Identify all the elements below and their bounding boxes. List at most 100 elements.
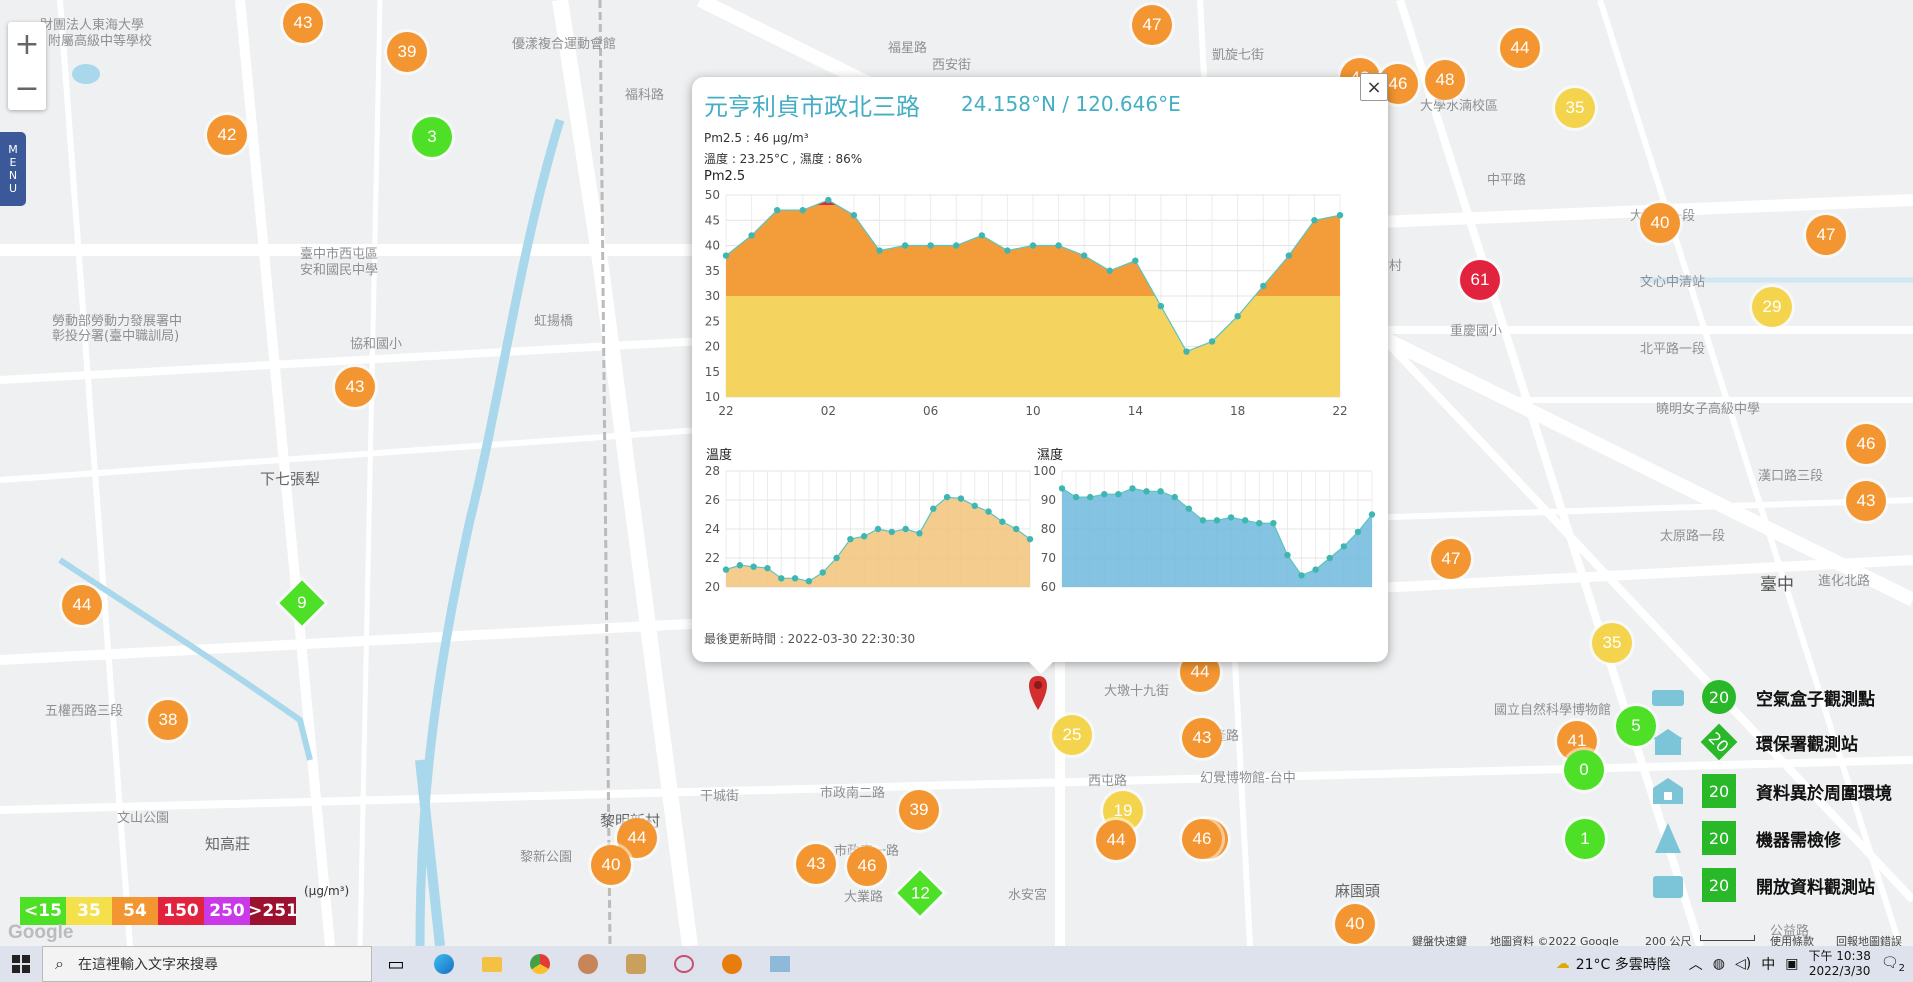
pm25-scale-legend: <15 35 54 150 250 >251 xyxy=(20,897,298,925)
close-popup-button[interactable]: × xyxy=(1360,73,1388,101)
sensor-marker[interactable]: 44 xyxy=(62,585,102,625)
task-view-icon[interactable]: ▭ xyxy=(372,946,420,982)
menu-button[interactable]: MENU xyxy=(0,132,26,206)
station-type-label: 開放資料觀測站 xyxy=(1756,877,1875,898)
sensor-marker-value: 44 xyxy=(1106,830,1126,849)
notification-icon[interactable]: 🗨2 xyxy=(1881,955,1905,974)
sensor-marker-value: 0 xyxy=(1579,760,1589,779)
x-tick-label: 22 xyxy=(1332,404,1347,418)
sensor-marker-value: 47 xyxy=(1441,549,1461,568)
app-icon-1[interactable] xyxy=(564,946,612,982)
sensor-marker-value: 46 xyxy=(1388,74,1408,93)
data-point xyxy=(833,554,840,562)
sensor-marker[interactable]: 43 xyxy=(283,3,323,43)
windows-start-button[interactable] xyxy=(0,946,42,982)
sensor-marker[interactable]: 35 xyxy=(1592,623,1632,663)
network-icon[interactable]: ◍ xyxy=(1713,956,1725,972)
sensor-marker-value: 40 xyxy=(601,855,621,874)
station-type-label: 機器需檢修 xyxy=(1756,830,1841,851)
map-place-label: 麻園頭 xyxy=(1335,882,1381,900)
legend-unit: (μg/m³) xyxy=(304,884,350,898)
sensor-marker[interactable]: 25 xyxy=(1052,715,1092,755)
data-point xyxy=(722,566,730,573)
map-place-label: 中平路 xyxy=(1487,173,1527,188)
station-type-legend-row: 20 資料異於周圍環境 xyxy=(1650,774,1892,808)
zoom-control: + − xyxy=(8,22,46,110)
app-icon-2[interactable] xyxy=(612,946,660,982)
sensor-marker[interactable]: 1 xyxy=(1565,819,1605,859)
data-point xyxy=(748,232,755,239)
data-point xyxy=(1227,514,1235,521)
data-point xyxy=(1106,267,1113,274)
data-point xyxy=(978,232,986,239)
y-tick-label: 20 xyxy=(705,580,720,591)
sensor-marker[interactable]: 40 xyxy=(1640,203,1680,243)
station-title: 元亨利貞市政北三路 xyxy=(704,93,920,121)
data-point xyxy=(850,212,858,219)
blender-icon[interactable] xyxy=(708,946,756,982)
sensor-marker[interactable]: 61 xyxy=(1460,260,1500,300)
sensor-marker[interactable]: 46 xyxy=(847,846,887,886)
sensor-marker[interactable]: 43 xyxy=(335,367,375,407)
scale-legend-item: 150 xyxy=(158,897,204,925)
map-place-label: 進化北路 xyxy=(1818,574,1871,589)
clock[interactable]: 下午 10:38 2022/3/30 xyxy=(1808,949,1870,979)
sensor-marker[interactable]: 3 xyxy=(412,117,452,157)
x-tick-label: 18 xyxy=(1230,404,1245,418)
sensor-marker[interactable]: 40 xyxy=(1335,904,1375,944)
sensor-marker[interactable]: 48 xyxy=(1425,60,1465,100)
sensor-marker[interactable]: 35 xyxy=(1555,88,1595,128)
sensor-marker-value: 3 xyxy=(427,127,437,146)
report-error-link[interactable]: 回報地圖錯誤 xyxy=(1836,933,1902,946)
map-place-label: 福星路 xyxy=(888,41,928,56)
sensor-marker[interactable]: 47 xyxy=(1132,5,1172,45)
keyboard-icon[interactable]: ▣ xyxy=(1785,956,1798,972)
keyboard-shortcuts-link[interactable]: 鍵盤快速鍵 xyxy=(1412,933,1467,946)
sensor-marker[interactable]: 38 xyxy=(148,700,188,740)
taskbar-search[interactable]: ⌕ 在這裡輸入文字來搜尋 xyxy=(42,946,372,982)
sensor-marker[interactable]: 42 xyxy=(207,115,247,155)
volume-icon[interactable]: ◁) xyxy=(1735,956,1751,972)
data-point xyxy=(805,578,813,585)
sensor-marker-value: 35 xyxy=(1565,98,1585,117)
sensor-marker[interactable]: 47 xyxy=(1806,215,1846,255)
weather-icon: ☁ xyxy=(1555,956,1570,972)
sensor-marker[interactable]: 43 xyxy=(796,844,836,884)
sensor-marker[interactable]: 29 xyxy=(1752,287,1792,327)
data-point xyxy=(1072,493,1080,501)
file-explorer-icon[interactable] xyxy=(468,946,516,982)
temp-humidity-reading: 溫度 : 23.25°C , 濕度 : 86% xyxy=(704,152,863,166)
weather-text[interactable]: 21°C 多雲時陰 xyxy=(1576,954,1671,974)
search-icon: ⌕ xyxy=(55,954,64,973)
sensor-marker[interactable]: 46 xyxy=(1182,819,1222,859)
edge-icon[interactable] xyxy=(420,946,468,982)
sensor-marker[interactable]: 47 xyxy=(1431,539,1471,579)
zoom-out-button[interactable]: − xyxy=(8,66,46,110)
sensor-marker[interactable]: 44 xyxy=(1096,820,1136,860)
sensor-marker[interactable]: 44 xyxy=(1500,28,1540,68)
data-point xyxy=(860,533,868,540)
ime-indicator[interactable]: 中 xyxy=(1761,954,1775,974)
sensor-marker[interactable]: 43 xyxy=(1846,481,1886,521)
pm25-chart-title: Pm2.5 xyxy=(704,169,746,184)
map-place-label: 福科路 xyxy=(625,88,665,103)
terms-link[interactable]: 使用條款 xyxy=(1770,933,1814,946)
data-point xyxy=(1298,572,1305,579)
map-canvas[interactable]: 財團法人東海大學 附屬高級中等學校 優漾複合運動會館 福星路 西安街 凱旋七街 福科路 臺中市… xyxy=(0,0,1913,946)
sensor-marker[interactable]: 39 xyxy=(387,32,427,72)
app-icon-3[interactable] xyxy=(660,946,708,982)
sensor-marker-value: 25 xyxy=(1062,725,1082,744)
sensor-marker[interactable]: 40 xyxy=(591,845,631,885)
station-type-label: 資料異於周圍環境 xyxy=(1756,783,1892,804)
chrome-icon[interactable] xyxy=(516,946,564,982)
sensor-marker[interactable]: 43 xyxy=(1182,718,1222,758)
sensor-marker[interactable]: 39 xyxy=(899,790,939,830)
sensor-marker[interactable]: 46 xyxy=(1846,424,1886,464)
sensor-marker-value: 40 xyxy=(1650,213,1670,232)
sensor-marker[interactable]: 0 xyxy=(1564,750,1604,790)
zoom-in-button[interactable]: + xyxy=(8,22,46,66)
app-icon-4[interactable] xyxy=(756,946,804,982)
temperature-chart: 20 22 24 26 28 xyxy=(705,464,1034,594)
tray-chevron-icon[interactable]: ︿ xyxy=(1689,954,1703,974)
map-place-label: 彰投分署(臺中職訓局) xyxy=(52,329,180,344)
